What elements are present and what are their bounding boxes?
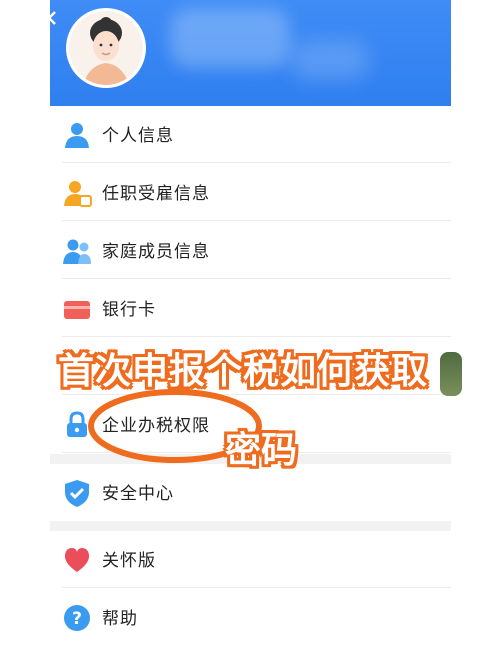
blurred-area [170, 8, 290, 68]
section-gap [50, 521, 451, 531]
person-icon [65, 123, 89, 148]
bank-card-icon [64, 301, 90, 319]
list-item-employment-info[interactable]: 任职受雇信息 [50, 164, 451, 221]
list-item-help[interactable]: ? 帮助 [50, 589, 451, 646]
list-item-label: 关怀版 [102, 551, 156, 571]
avatar[interactable] [66, 8, 146, 88]
profile-header [50, 0, 451, 106]
divider [62, 162, 451, 163]
video-thumbnail [440, 352, 462, 396]
list-item-bank-card[interactable]: 银行卡 [50, 280, 451, 337]
employment-icon [64, 181, 92, 207]
list-item-care-version[interactable]: 关怀版 [50, 531, 451, 588]
list-item-label: 个人信息 [102, 126, 174, 146]
list-item-label: 家庭成员信息 [102, 242, 210, 262]
svg-text:?: ? [72, 609, 82, 629]
list-item-label: 帮助 [102, 609, 138, 629]
list-item-label: 安全中心 [102, 484, 174, 504]
divider [62, 278, 451, 279]
overlay-title-line1: 首次申报个税如何获取 [58, 351, 429, 392]
right-margin [451, 0, 500, 654]
overlay-title-line2: 密码 [225, 430, 298, 471]
divider [62, 336, 451, 337]
list-item-label: 银行卡 [102, 300, 156, 320]
avatar-woman-icon [69, 11, 143, 85]
phone-screen: 个人信息 任职受雇信息 家庭成员信息 银行卡 企业办税权限 安全中心 关怀版 ?… [50, 0, 451, 654]
heart-icon [64, 548, 90, 572]
list-item-family-info[interactable]: 家庭成员信息 [50, 222, 451, 279]
blurred-area [290, 40, 370, 80]
left-margin [0, 0, 50, 654]
divider [62, 220, 451, 221]
shield-icon [65, 480, 89, 507]
family-icon [63, 239, 91, 264]
back-arrow-icon[interactable] [50, 10, 60, 26]
help-icon: ? [64, 605, 90, 631]
list-item-personal-info[interactable]: 个人信息 [50, 106, 451, 163]
list-item-label: 任职受雇信息 [102, 184, 210, 204]
divider [62, 587, 451, 588]
